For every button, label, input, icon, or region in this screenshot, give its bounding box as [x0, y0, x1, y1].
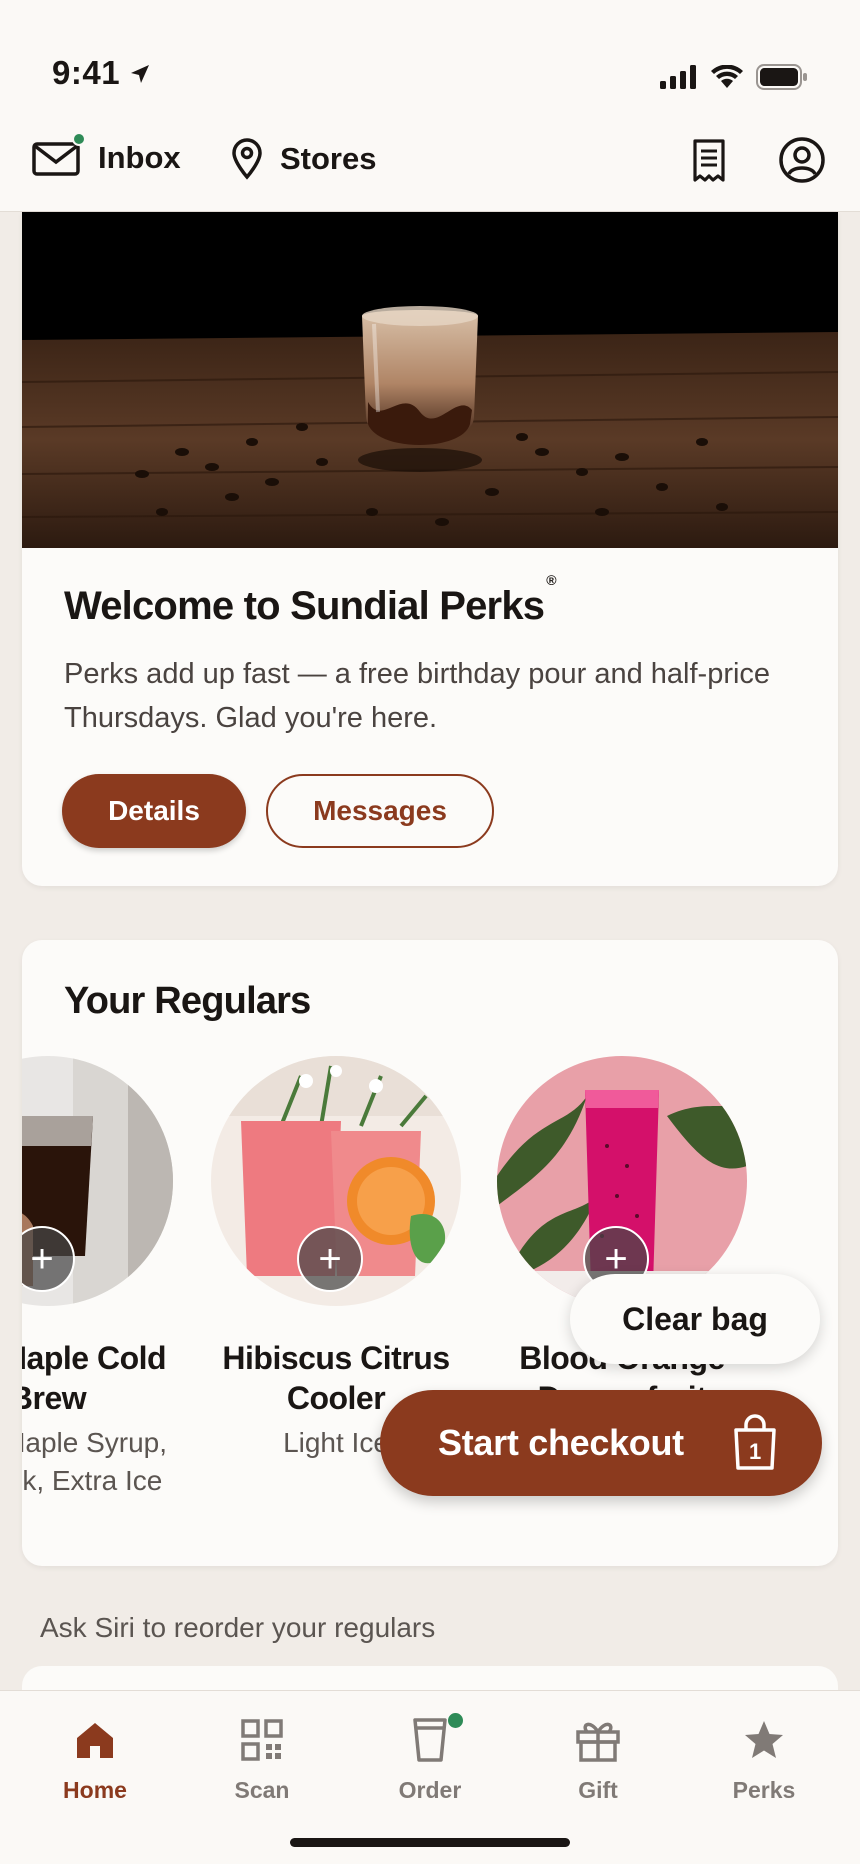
wifi-icon — [711, 65, 743, 88]
regular-item-name: Iced Maple Cold Brew — [22, 1340, 167, 1416]
star-icon — [745, 1721, 783, 1758]
welcome-title-text: Welcome to Sundial Perks — [64, 584, 545, 628]
tab-home-label: Home — [63, 1777, 127, 1803]
details-button[interactable]: Details — [62, 774, 246, 848]
bag-count: 1 — [749, 1439, 761, 1464]
top-nav: Inbox Stores — [0, 120, 860, 212]
checkout-label: Start checkout — [438, 1422, 684, 1463]
tab-order[interactable]: Order — [370, 1713, 490, 1804]
tab-order-label: Order — [398, 1777, 462, 1803]
tab-scan-label: Scan — [234, 1777, 290, 1803]
cellular-signal-icon — [660, 65, 696, 89]
status-time: 9:41 — [52, 54, 121, 91]
stores-button[interactable]: Stores — [230, 138, 376, 180]
messages-button[interactable]: Messages — [266, 774, 494, 848]
status-indicators — [660, 64, 808, 90]
tab-home[interactable]: Home — [35, 1713, 155, 1804]
inbox-button[interactable]: Inbox — [32, 132, 181, 178]
welcome-body: Perks add up fast — a free birthday pour… — [64, 658, 771, 734]
inbox-label: Inbox — [98, 140, 181, 175]
siri-hint[interactable]: Ask Siri to reorder your regulars — [40, 1612, 435, 1644]
tab-perks[interactable]: Perks — [704, 1713, 824, 1804]
order-notification-dot — [448, 1713, 463, 1728]
home-icon — [77, 1723, 113, 1758]
regular-item-desc: Extra Maple Syrup, Oat Milk, Extra Ice — [22, 1427, 168, 1496]
gift-icon — [576, 1722, 620, 1762]
iced-mocha-hero-image — [22, 212, 838, 548]
account-button[interactable] — [778, 136, 826, 189]
qr-icon — [241, 1719, 283, 1761]
receipt-button[interactable] — [692, 138, 726, 189]
tab-perks-label: Perks — [732, 1777, 796, 1803]
receipt-icon — [693, 139, 725, 182]
cup-icon — [413, 1718, 447, 1762]
start-checkout-button[interactable]: Start checkout 1 — [380, 1390, 822, 1496]
map-pin-icon — [232, 138, 262, 180]
clear-bag-button[interactable]: Clear bag — [570, 1274, 820, 1364]
regulars-title: Your Regulars — [64, 980, 311, 1022]
welcome-card: Welcome to Sundial Perks® Perks add up f… — [22, 212, 838, 886]
location-arrow-icon — [131, 65, 149, 83]
status-bar: 9:41 — [0, 0, 860, 120]
account-icon — [779, 137, 825, 183]
tab-scan[interactable]: Scan — [202, 1713, 322, 1804]
shopping-bag-icon: 1 — [734, 1414, 776, 1470]
stores-label: Stores — [280, 141, 377, 176]
battery-icon — [756, 64, 807, 90]
tab-gift[interactable]: Gift — [538, 1713, 658, 1804]
registered-mark: ® — [546, 571, 556, 588]
welcome-title: Welcome to Sundial Perks® — [64, 572, 556, 629]
add-to-bag-button[interactable]: + — [297, 1226, 363, 1292]
inbox-notification-dot — [72, 132, 86, 146]
home-indicator[interactable] — [290, 1838, 570, 1847]
tab-gift-label: Gift — [578, 1777, 618, 1803]
